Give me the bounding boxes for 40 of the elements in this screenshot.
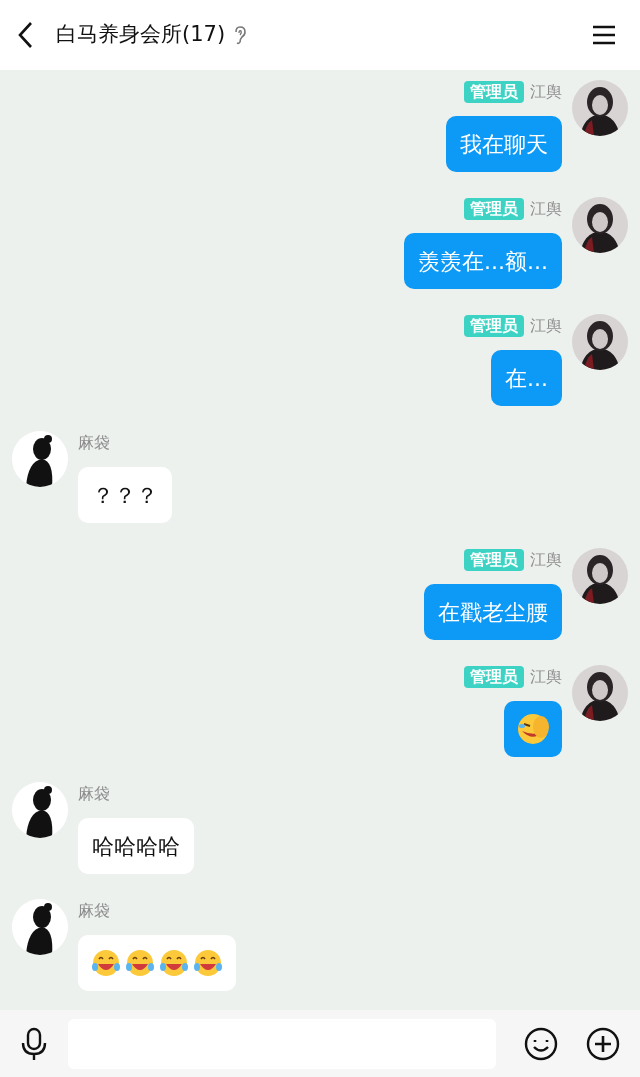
admin-tag: 管理员 bbox=[464, 81, 524, 103]
message-bubble[interactable]: 羡羡在...额... bbox=[404, 233, 562, 289]
smiley-icon[interactable] bbox=[524, 1026, 558, 1061]
laughing-face-icon bbox=[90, 948, 122, 978]
menu-icon[interactable] bbox=[592, 25, 616, 45]
sender-name: 麻袋 bbox=[78, 783, 110, 805]
avatar[interactable] bbox=[572, 80, 628, 136]
sender-name: 江舆 bbox=[530, 549, 562, 571]
avatar[interactable] bbox=[12, 899, 68, 955]
plus-icon[interactable] bbox=[586, 1026, 620, 1061]
sender-name: 麻袋 bbox=[78, 432, 110, 454]
message-bubble[interactable]: 在戳老尘腰 bbox=[424, 584, 562, 640]
admin-tag: 管理员 bbox=[464, 666, 524, 688]
sender-name: 江舆 bbox=[530, 81, 562, 103]
message-bubble[interactable]: 我在聊天 bbox=[446, 116, 562, 172]
sender-name: 江舆 bbox=[530, 315, 562, 337]
avatar[interactable] bbox=[12, 782, 68, 838]
admin-tag: 管理员 bbox=[464, 315, 524, 337]
laughing-face-icon bbox=[192, 948, 224, 978]
sender-name: 江舆 bbox=[530, 666, 562, 688]
sender-name: 江舆 bbox=[530, 198, 562, 220]
message-bubble[interactable]: 哈哈哈哈 bbox=[78, 818, 194, 874]
laughing-face-icon bbox=[124, 948, 156, 978]
avatar[interactable] bbox=[572, 197, 628, 253]
avatar[interactable] bbox=[572, 665, 628, 721]
avatar[interactable] bbox=[572, 548, 628, 604]
avatar[interactable] bbox=[12, 431, 68, 487]
laughing-face-icon bbox=[158, 948, 190, 978]
admin-tag: 管理员 bbox=[464, 198, 524, 220]
avatar[interactable] bbox=[572, 314, 628, 370]
chat-title: 白马养身会所(17) bbox=[56, 21, 226, 49]
message-bubble[interactable] bbox=[504, 701, 562, 757]
laughing-face-icon bbox=[516, 712, 550, 746]
ear-icon[interactable] bbox=[233, 25, 248, 45]
message-bubble[interactable]: 在... bbox=[491, 350, 562, 406]
admin-tag: 管理员 bbox=[464, 549, 524, 571]
message-bubble[interactable] bbox=[78, 935, 236, 991]
sender-name: 麻袋 bbox=[78, 900, 110, 922]
microphone-icon[interactable] bbox=[20, 1026, 48, 1061]
message-bubble[interactable]: ？？？ bbox=[78, 467, 172, 523]
